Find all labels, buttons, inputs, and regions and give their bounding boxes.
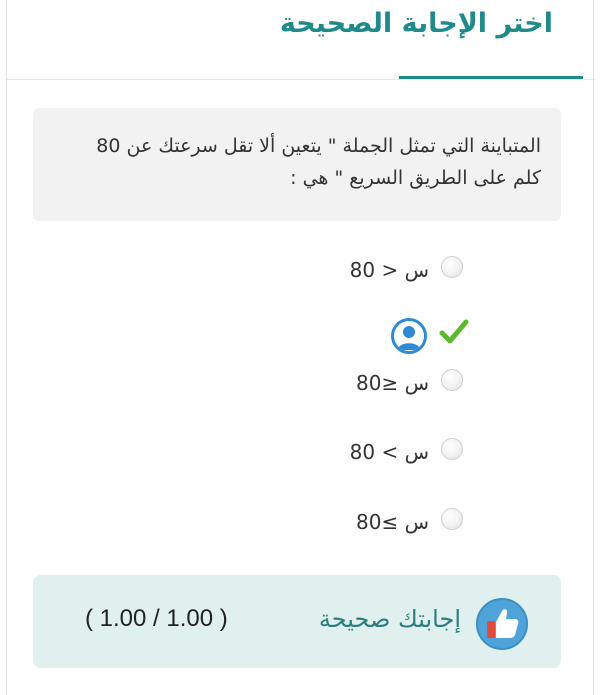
option-4[interactable]: س ≥80 [263,508,463,538]
checkmark-icon [439,318,469,346]
score-text: ( 1.00 / 1.00 ) [85,605,228,632]
option-4-radio[interactable] [441,508,463,530]
header: اختر الإجابة الصحيحة [7,0,595,80]
question-text: المتباينة التي تمثل الجملة " يتعين ألا ت… [96,135,541,189]
option-1-label: س < 80 [349,258,429,282]
option-1[interactable]: س < 80 [263,256,463,286]
thumbs-up-icon [475,597,529,651]
page-title: اختر الإجابة الصحيحة [279,8,553,39]
option-2[interactable]: س ≤80 [263,369,463,399]
question-box: المتباينة التي تمثل الجملة " يتعين ألا ت… [33,108,561,221]
feedback-box: إجابتك صحيحة ( 1.00 / 1.00 ) [33,575,561,668]
user-avatar-icon [391,318,427,354]
option-4-label: س ≥80 [356,510,429,534]
option-2-label: س ≤80 [356,371,429,395]
option-3-label: س > 80 [349,440,429,464]
option-3-radio[interactable] [441,438,463,460]
option-2-radio[interactable] [441,369,463,391]
title-underline [399,76,583,79]
option-1-radio[interactable] [441,256,463,278]
quiz-frame: اختر الإجابة الصحيحة المتباينة التي تمثل… [6,0,595,695]
option-3[interactable]: س > 80 [263,438,463,468]
feedback-message: إجابتك صحيحة [318,605,461,633]
